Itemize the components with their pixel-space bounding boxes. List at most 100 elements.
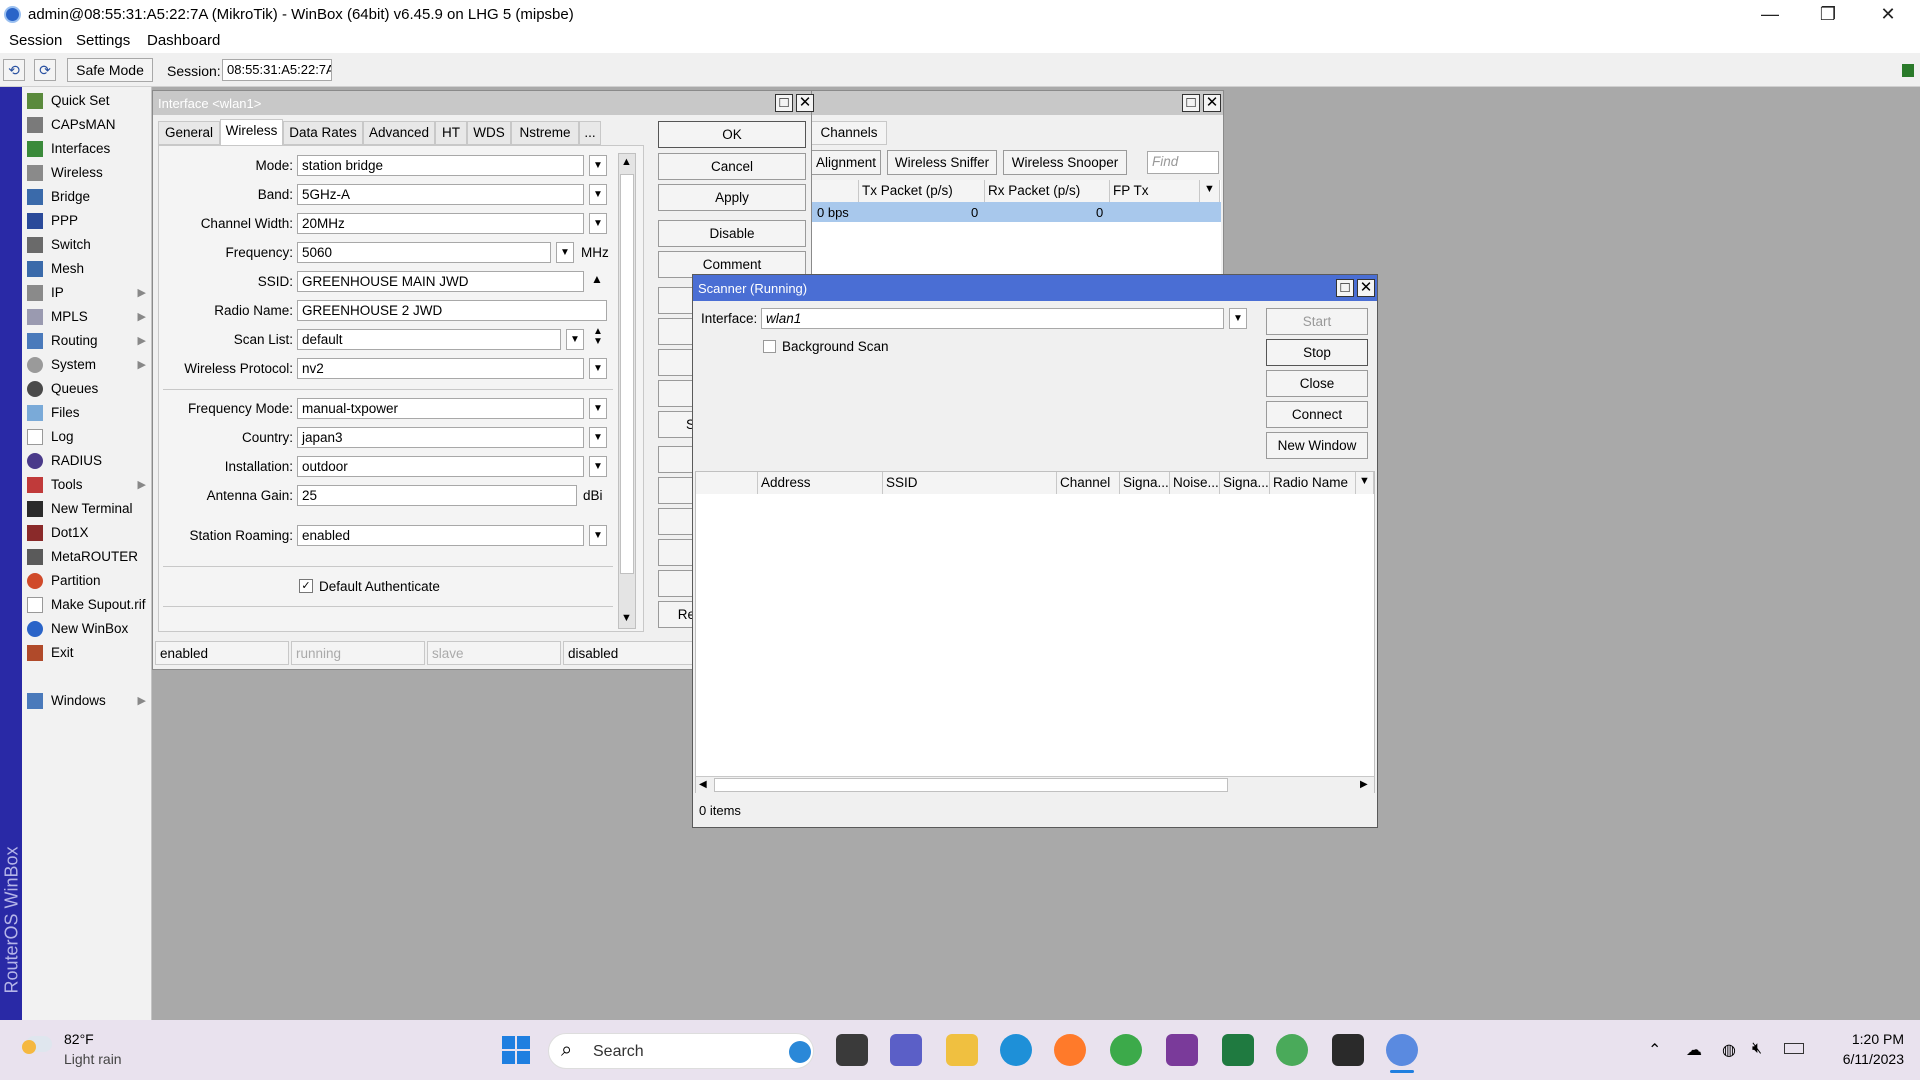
scroll-left-icon[interactable]: ◀ bbox=[699, 779, 707, 790]
tab-more[interactable]: ... bbox=[579, 121, 601, 145]
dropdown-arrow-icon[interactable]: ▼ bbox=[566, 329, 584, 350]
sidebar-item-radius[interactable]: RADIUS bbox=[22, 449, 152, 473]
tab-data-rates[interactable]: Data Rates bbox=[283, 121, 363, 145]
sidebar-item-ppp[interactable]: PPP bbox=[22, 209, 152, 233]
dropdown-arrow-icon[interactable]: ▼ bbox=[589, 398, 607, 419]
sidebar-item-mpls[interactable]: MPLS ▶ bbox=[22, 305, 152, 329]
sidebar-item-files[interactable]: Files bbox=[22, 401, 152, 425]
sidebar-item-wireless[interactable]: Wireless bbox=[22, 161, 152, 185]
connect-button[interactable]: Connect bbox=[1266, 401, 1368, 428]
column-header[interactable]: Rx Packet (p/s) bbox=[985, 180, 1110, 202]
dropdown-arrow-icon[interactable]: ▼ bbox=[589, 358, 607, 379]
edge-browser-icon[interactable] bbox=[1000, 1034, 1032, 1066]
ssid-input[interactable]: GREENHOUSE MAIN JWD bbox=[297, 271, 584, 292]
close-button[interactable]: ✕ bbox=[1860, 0, 1916, 29]
column-menu-icon[interactable]: ▼ bbox=[1356, 472, 1374, 494]
sidebar-item-exit[interactable]: Exit bbox=[22, 641, 152, 665]
column-menu-icon[interactable]: ▼ bbox=[1200, 180, 1220, 202]
radio-name-input[interactable]: GREENHOUSE 2 JWD bbox=[297, 300, 607, 321]
form-scrollbar[interactable]: ▲ ▼ bbox=[618, 153, 636, 629]
sidebar-item-ip[interactable]: IP ▶ bbox=[22, 281, 152, 305]
tab-wds[interactable]: WDS bbox=[467, 121, 511, 145]
sidebar-item-capsman[interactable]: CAPsMAN bbox=[22, 113, 152, 137]
interface-window-header[interactable]: Interface <wlan1> bbox=[153, 91, 811, 115]
undo-button[interactable]: ⟲ bbox=[3, 59, 25, 81]
disable-button[interactable]: Disable bbox=[658, 220, 806, 247]
sidebar-item-dot1x[interactable]: Dot1X bbox=[22, 521, 152, 545]
scroll-down-icon[interactable]: ▼ bbox=[621, 612, 632, 624]
file-explorer-icon[interactable] bbox=[946, 1034, 978, 1066]
dropdown-arrow-icon[interactable]: ▼ bbox=[589, 184, 607, 205]
channel-width-select[interactable]: 20MHz bbox=[297, 213, 584, 234]
column-header-signal[interactable]: Signa... bbox=[1120, 472, 1170, 494]
country-select[interactable]: japan3 bbox=[297, 427, 584, 448]
frequency-select[interactable]: 5060 bbox=[297, 242, 551, 263]
alignment-button[interactable]: Alignment bbox=[811, 150, 881, 175]
frequency-mode-select[interactable]: manual-txpower bbox=[297, 398, 584, 419]
close-icon[interactable]: ✕ bbox=[796, 94, 814, 112]
wireless-window-header[interactable] bbox=[811, 91, 1223, 115]
sidebar-item-bridge[interactable]: Bridge bbox=[22, 185, 152, 209]
sidebar-item-system[interactable]: System ▶ bbox=[22, 353, 152, 377]
start-windows-icon[interactable] bbox=[502, 1036, 530, 1064]
terminal-app-icon[interactable] bbox=[1332, 1034, 1364, 1066]
sidebar-item-log[interactable]: Log bbox=[22, 425, 152, 449]
winbox-taskbar-icon[interactable] bbox=[1386, 1034, 1418, 1066]
sidebar-item-switch[interactable]: Switch bbox=[22, 233, 152, 257]
bing-icon[interactable] bbox=[789, 1041, 811, 1063]
tray-overflow-icon[interactable]: ⌃ bbox=[1648, 1040, 1661, 1060]
wireless-snooper-button[interactable]: Wireless Snooper bbox=[1003, 150, 1127, 175]
maximize-icon[interactable]: □ bbox=[775, 94, 793, 112]
sidebar-item-windows[interactable]: Windows ▶ bbox=[22, 689, 152, 713]
menu-dashboard[interactable]: Dashboard bbox=[147, 32, 220, 49]
new-window-button[interactable]: New Window bbox=[1266, 432, 1368, 459]
tab-general[interactable]: General bbox=[158, 121, 220, 145]
column-header-noise[interactable]: Noise... bbox=[1170, 472, 1220, 494]
column-header-address[interactable]: Address bbox=[758, 472, 883, 494]
sidebar-item-partition[interactable]: Partition bbox=[22, 569, 152, 593]
sidebar-item-routing[interactable]: Routing ▶ bbox=[22, 329, 152, 353]
scroll-up-icon[interactable]: ▲ bbox=[621, 156, 632, 168]
table-row[interactable]: 0 bps 0 0 bbox=[811, 202, 1221, 222]
stop-button[interactable]: Stop bbox=[1266, 339, 1368, 366]
close-icon[interactable]: ✕ bbox=[1357, 279, 1375, 297]
scan-list-select[interactable]: default bbox=[297, 329, 561, 350]
tab-nstreme[interactable]: Nstreme bbox=[511, 121, 579, 145]
sidebar-item-quick-set[interactable]: Quick Set bbox=[22, 89, 152, 113]
menu-session[interactable]: Session bbox=[9, 32, 62, 49]
excel-icon[interactable] bbox=[1222, 1034, 1254, 1066]
battery-icon[interactable] bbox=[1784, 1043, 1804, 1054]
scroll-right-icon[interactable]: ▶ bbox=[1360, 779, 1368, 790]
start-button[interactable]: Start bbox=[1266, 308, 1368, 335]
scrollbar-thumb[interactable] bbox=[620, 174, 634, 574]
column-header-ssid[interactable]: SSID bbox=[883, 472, 1057, 494]
taskbar-search-box[interactable]: ⌕ Search bbox=[548, 1033, 814, 1069]
close-icon[interactable]: ✕ bbox=[1203, 94, 1221, 112]
sidebar-item-queues[interactable]: Queues bbox=[22, 377, 152, 401]
weather-rain-icon[interactable] bbox=[20, 1032, 56, 1062]
find-input[interactable]: Find bbox=[1147, 151, 1219, 174]
column-header[interactable]: FP Tx bbox=[1110, 180, 1200, 202]
dropdown-arrow-icon[interactable]: ▼ bbox=[556, 242, 574, 263]
dropdown-arrow-icon[interactable]: ▼ bbox=[589, 213, 607, 234]
tab-advanced[interactable]: Advanced bbox=[363, 121, 435, 145]
close-button[interactable]: Close bbox=[1266, 370, 1368, 397]
network-app-icon[interactable] bbox=[1276, 1034, 1308, 1066]
wireless-sniffer-button[interactable]: Wireless Sniffer bbox=[887, 150, 997, 175]
sidebar-item-make-supout[interactable]: Make Supout.rif bbox=[22, 593, 152, 617]
column-header[interactable] bbox=[811, 180, 859, 202]
background-scan-checkbox[interactable] bbox=[763, 340, 776, 353]
station-roaming-select[interactable]: enabled bbox=[297, 525, 584, 546]
sidebar-item-metarouter[interactable]: MetaROUTER bbox=[22, 545, 152, 569]
tab-channels[interactable]: Channels bbox=[811, 121, 887, 145]
wireless-protocol-select[interactable]: nv2 bbox=[297, 358, 584, 379]
sidebar-item-mesh[interactable]: Mesh bbox=[22, 257, 152, 281]
session-field[interactable]: 08:55:31:A5:22:7A bbox=[222, 59, 332, 81]
clock-time[interactable]: 1:20 PM bbox=[1824, 1031, 1904, 1047]
onedrive-cloud-icon[interactable]: ☁ bbox=[1686, 1040, 1702, 1060]
dropdown-arrow-icon[interactable]: ▼ bbox=[589, 456, 607, 477]
apply-button[interactable]: Apply bbox=[658, 184, 806, 211]
antenna-gain-input[interactable]: 25 bbox=[297, 485, 577, 506]
dropdown-arrow-icon[interactable]: ▼ bbox=[589, 427, 607, 448]
ok-button[interactable]: OK bbox=[658, 121, 806, 148]
